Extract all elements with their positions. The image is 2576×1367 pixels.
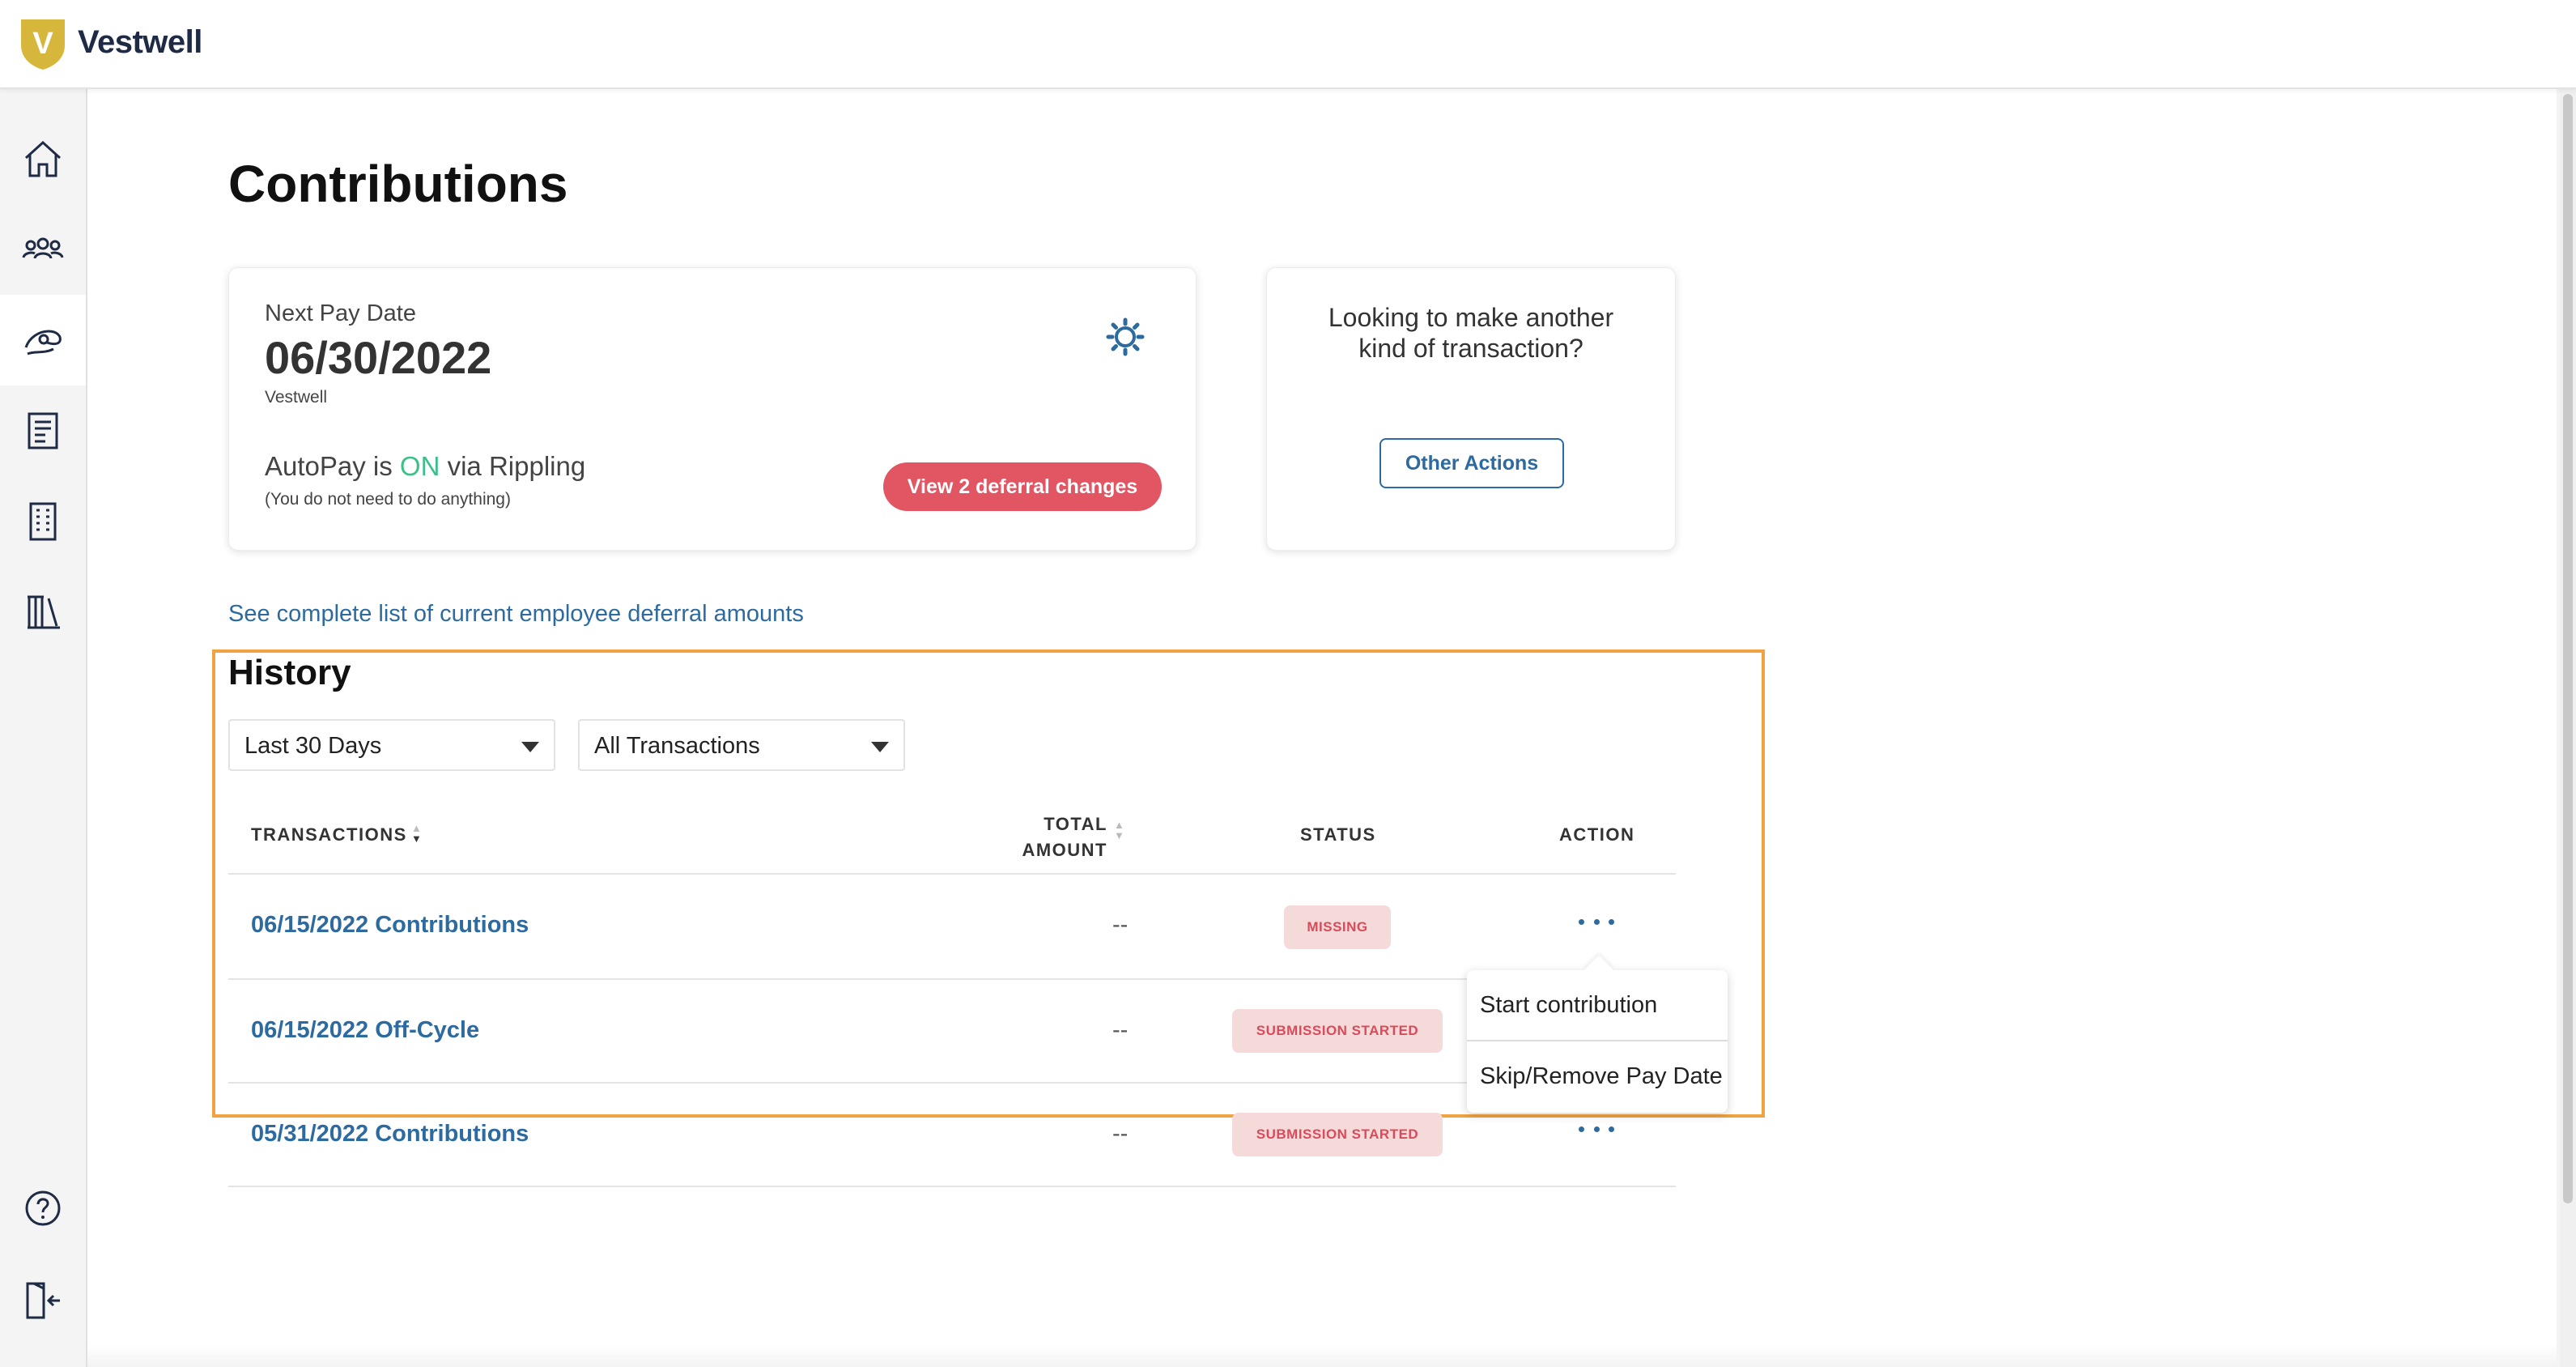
next-pay-label: Next Pay Date (265, 300, 416, 326)
autopay-state: ON (399, 451, 440, 481)
home-icon (24, 140, 62, 177)
other-transaction-card: Looking to make another kind of transact… (1266, 267, 1676, 551)
people-icon (22, 237, 64, 259)
transaction-link[interactable]: 06/15/2022 Contributions (251, 912, 529, 939)
transaction-amount: -- (1112, 1017, 1129, 1043)
status-badge: SUBMISSION STARTED (1232, 1113, 1443, 1156)
table-divider (228, 1186, 1676, 1187)
transaction-amount: -- (1112, 912, 1129, 938)
autopay-suffix: via Rippling (440, 451, 586, 481)
sidebar-item-contributions[interactable] (0, 295, 86, 385)
contributions-icon (24, 330, 62, 356)
view-deferral-changes-button[interactable]: View 2 deferral changes (883, 462, 1162, 511)
transaction-link[interactable]: 06/15/2022 Off-Cycle (251, 1017, 479, 1044)
type-filter-value: All Transactions (594, 733, 760, 759)
library-icon (28, 595, 60, 629)
total-header-line-2: AMOUNT (1022, 840, 1107, 860)
sidebar-item-company[interactable] (0, 476, 86, 567)
sidebar-item-help[interactable] (0, 1163, 86, 1254)
brand-name[interactable]: Vestwell (78, 24, 202, 61)
period-filter-select[interactable]: Last 30 Days (228, 719, 555, 771)
table-divider (228, 978, 1676, 980)
history-title: History (228, 653, 351, 692)
document-icon (28, 412, 58, 449)
col-header-total-amount[interactable]: TOTAL AMOUNT (963, 811, 1107, 863)
settings-gear-icon[interactable] (1105, 317, 1146, 357)
svg-text:V: V (32, 27, 53, 61)
building-icon (29, 502, 57, 541)
next-pay-card: Next Pay Date 06/30/2022 Vestwell AutoPa… (228, 267, 1197, 551)
logout-icon (26, 1282, 60, 1319)
deferral-amounts-link[interactable]: See complete list of current employee de… (228, 601, 804, 628)
total-header-line-1: TOTAL (1044, 814, 1107, 834)
sidebar-item-library[interactable] (0, 567, 86, 658)
period-filter-value: Last 30 Days (244, 733, 382, 759)
table-divider (228, 873, 1676, 875)
chevron-down-icon (871, 742, 889, 752)
other-transaction-question: Looking to make another kind of transact… (1267, 302, 1675, 364)
col-header-action: ACTION (1559, 824, 1635, 845)
company-name: Vestwell (265, 388, 328, 407)
col-header-transactions[interactable]: TRANSACTIONS (251, 824, 407, 845)
sidebar-item-documents[interactable] (0, 385, 86, 476)
question-line-1: Looking to make another (1328, 303, 1614, 332)
sidebar-item-home[interactable] (0, 113, 86, 204)
top-bar: V Vestwell (0, 0, 2576, 89)
status-badge: SUBMISSION STARTED (1232, 1009, 1443, 1053)
question-line-2: kind of transaction? (1358, 334, 1583, 363)
transaction-amount: -- (1112, 1121, 1129, 1147)
sidebar-item-people[interactable] (0, 204, 86, 295)
sort-icon[interactable]: ▲ ▼ (411, 823, 422, 844)
menu-item-start-contribution[interactable]: Start contribution (1467, 970, 1728, 1040)
autopay-note: (You do not need to do anything) (265, 490, 511, 509)
menu-item-skip-remove-pay-date[interactable]: Skip/Remove Pay Date (1467, 1041, 1728, 1111)
sidebar (0, 89, 87, 1367)
bottom-edge (87, 1344, 2557, 1367)
autopay-status: AutoPay is ON via Rippling (265, 451, 585, 482)
help-icon (25, 1190, 61, 1226)
other-actions-button[interactable]: Other Actions (1379, 438, 1564, 488)
page-title: Contributions (228, 155, 568, 213)
row-actions-menu-icon[interactable] (1579, 1121, 1614, 1137)
table-divider (228, 1082, 1676, 1084)
transaction-link[interactable]: 05/31/2022 Contributions (251, 1121, 529, 1148)
col-header-status: STATUS (1300, 824, 1376, 845)
row-actions-menu-icon[interactable] (1579, 913, 1614, 930)
next-pay-date: 06/30/2022 (265, 332, 492, 383)
sort-icon[interactable]: ▲ ▼ (1114, 820, 1124, 841)
vestwell-logo-icon[interactable]: V (19, 18, 66, 71)
autopay-prefix: AutoPay is (265, 451, 400, 481)
type-filter-select[interactable]: All Transactions (578, 719, 905, 771)
row-action-menu: Start contribution Skip/Remove Pay Date (1467, 955, 1728, 1113)
status-badge: MISSING (1284, 905, 1391, 949)
chevron-down-icon (521, 742, 539, 752)
scrollbar-thumb[interactable] (2563, 94, 2573, 1203)
sidebar-item-logout[interactable] (0, 1255, 86, 1346)
